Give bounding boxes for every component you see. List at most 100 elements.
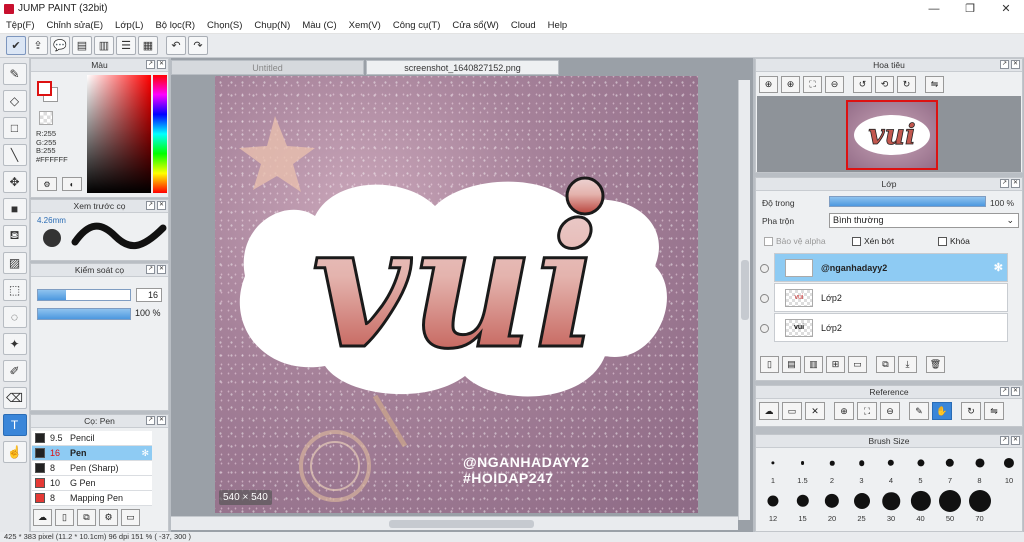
brush-size-option[interactable]: 3	[847, 451, 877, 491]
lasso-icon[interactable]: ◌	[2, 306, 27, 328]
menu-file[interactable]: Tệp(F)	[0, 20, 41, 31]
flip-icon[interactable]: ⇋	[984, 402, 1004, 420]
document-icon[interactable]: ▥	[94, 36, 114, 55]
brush-item-pen-sharp[interactable]: 8 Pen (Sharp)	[32, 461, 152, 476]
select-rect-icon[interactable]: ⬚	[2, 279, 27, 301]
grid-icon[interactable]: ▦	[138, 36, 158, 55]
brush-size-input[interactable]: 16	[136, 288, 162, 302]
blend-mode-select[interactable]: Bình thường ⌄	[829, 213, 1019, 228]
menu-layer[interactable]: Lớp(L)	[109, 20, 149, 31]
new-layer-icon[interactable]: ▯	[760, 356, 779, 373]
close-icon[interactable]: ✕	[1011, 60, 1020, 69]
flip-icon[interactable]: ⇋	[925, 76, 944, 93]
close-icon[interactable]: ✕	[157, 201, 166, 210]
brush-settings-icon[interactable]: ⚙	[99, 509, 118, 526]
cloud-brush-icon[interactable]: ☁	[33, 509, 52, 526]
hand-icon[interactable]: ✋	[932, 402, 952, 420]
folder-icon[interactable]: ▭	[848, 356, 867, 373]
add-layer-menu-icon[interactable]: ⊞	[826, 356, 845, 373]
rectangle-icon[interactable]: □	[2, 117, 27, 139]
copy-brush-icon[interactable]: ⧉	[77, 509, 96, 526]
brush-size-option[interactable]: 50	[935, 489, 965, 529]
list-icon[interactable]: ☰	[116, 36, 136, 55]
fit-icon[interactable]: ⛶	[857, 402, 877, 420]
cloud-icon[interactable]: ☁	[759, 402, 779, 420]
popout-icon[interactable]: ↗	[1000, 179, 1009, 188]
zoom-out-icon[interactable]: ⊖	[880, 402, 900, 420]
hand-icon[interactable]: ☝	[2, 441, 27, 463]
check-icon[interactable]: ✔	[6, 36, 26, 55]
settings-gear-icon[interactable]: ✻	[141, 448, 149, 459]
close-icon[interactable]: ✕	[1011, 179, 1020, 188]
close-icon[interactable]: ✕	[157, 60, 166, 69]
rotate-left-icon[interactable]: ↺	[853, 76, 872, 93]
layer-visibility-toggle[interactable]	[760, 264, 769, 273]
menu-view[interactable]: Xem(V)	[343, 20, 387, 31]
protect-alpha-checkbox[interactable]: Bảo vệ alpha	[764, 236, 826, 246]
line-icon[interactable]: ╲	[2, 144, 27, 166]
horizontal-scrollbar[interactable]	[171, 516, 738, 530]
close-icon[interactable]: ✕	[157, 265, 166, 274]
color-settings-icon[interactable]: ⚙	[37, 177, 57, 191]
menu-tools[interactable]: Công cụ(T)	[387, 20, 447, 31]
move-icon[interactable]: ✥	[2, 171, 27, 193]
text-icon[interactable]: T	[2, 414, 27, 436]
layer-visibility-toggle[interactable]	[760, 324, 769, 333]
menu-cloud[interactable]: Cloud	[505, 20, 542, 31]
layer-item[interactable]: vui Lớp2	[774, 313, 1008, 342]
menu-select[interactable]: Chọn(S)	[201, 20, 248, 31]
popout-icon[interactable]: ↗	[146, 201, 155, 210]
brush-size-option[interactable]: 10	[994, 451, 1024, 491]
delete-layer-icon[interactable]: 🗑	[926, 356, 945, 373]
transparent-swatch[interactable]	[39, 111, 53, 125]
popout-icon[interactable]: ↗	[1000, 60, 1009, 69]
comment-icon[interactable]: 💬	[50, 36, 70, 55]
duplicate-layer-icon[interactable]: ⧉	[876, 356, 895, 373]
zoom-out-icon[interactable]: ⊖	[825, 76, 844, 93]
magic-wand-icon[interactable]: ✦	[2, 333, 27, 355]
menu-help[interactable]: Help	[542, 20, 574, 31]
brush-size-option[interactable]: 12	[758, 489, 788, 529]
brush-size-option[interactable]: 20	[817, 489, 847, 529]
select-pen-icon[interactable]: ✐	[2, 360, 27, 382]
new-raster-layer-icon[interactable]: ▤	[782, 356, 801, 373]
popout-icon[interactable]: ↗	[146, 60, 155, 69]
rotate-icon[interactable]: ↻	[961, 402, 981, 420]
brush-size-option[interactable]: 4	[876, 451, 906, 491]
popout-icon[interactable]: ↗	[146, 265, 155, 274]
brush-icon[interactable]: ✎	[2, 63, 27, 85]
brush-size-option[interactable]: 30	[876, 489, 906, 529]
eraser-icon[interactable]: ◇	[2, 90, 27, 112]
navigator-view[interactable]: vui	[757, 96, 1021, 172]
gradient-icon[interactable]: ▨	[2, 252, 27, 274]
brush-item-g-pen[interactable]: 10 G Pen	[32, 476, 152, 491]
brush-size-option[interactable]: 1	[758, 451, 788, 491]
merge-layer-icon[interactable]: ⤓	[898, 356, 917, 373]
brush-size-option[interactable]: 7	[935, 451, 965, 491]
brush-opacity-slider[interactable]	[37, 308, 131, 320]
brush-size-option[interactable]: 40	[906, 489, 936, 529]
open-folder-icon[interactable]: ▭	[782, 402, 802, 420]
brush-item-pen[interactable]: 16 Pen ✻	[32, 446, 152, 461]
fit-screen-icon[interactable]: ⛶	[803, 76, 822, 93]
zoom-in-alt-icon[interactable]: ⊕	[781, 76, 800, 93]
menu-capture[interactable]: Chụp(N)	[248, 20, 296, 31]
layer-opacity-slider[interactable]	[829, 196, 986, 207]
message-icon[interactable]: ▤	[72, 36, 92, 55]
brush-size-option[interactable]: 5	[906, 451, 936, 491]
maximize-button[interactable]: ❐	[952, 0, 988, 17]
lock-checkbox[interactable]: Khóa	[938, 236, 970, 246]
folder-icon[interactable]: ▭	[121, 509, 140, 526]
rotate-reset-icon[interactable]: ⟲	[875, 76, 894, 93]
eyedropper-icon[interactable]: ✎	[909, 402, 929, 420]
brush-size-option[interactable]: 70	[965, 489, 995, 529]
zoom-in-icon[interactable]: ⊕	[759, 76, 778, 93]
redo-icon[interactable]: ↷	[188, 36, 208, 55]
layer-item[interactable]: @nganhadayy2 ✻	[774, 253, 1008, 282]
brush-size-option[interactable]: 25	[847, 489, 877, 529]
close-button[interactable]: ✕	[988, 0, 1024, 17]
menu-window[interactable]: Cửa sổ(W)	[446, 20, 504, 31]
clipping-checkbox[interactable]: Xén bớt	[852, 236, 894, 246]
hue-slider[interactable]	[153, 75, 167, 193]
popout-icon[interactable]: ↗	[146, 416, 155, 425]
